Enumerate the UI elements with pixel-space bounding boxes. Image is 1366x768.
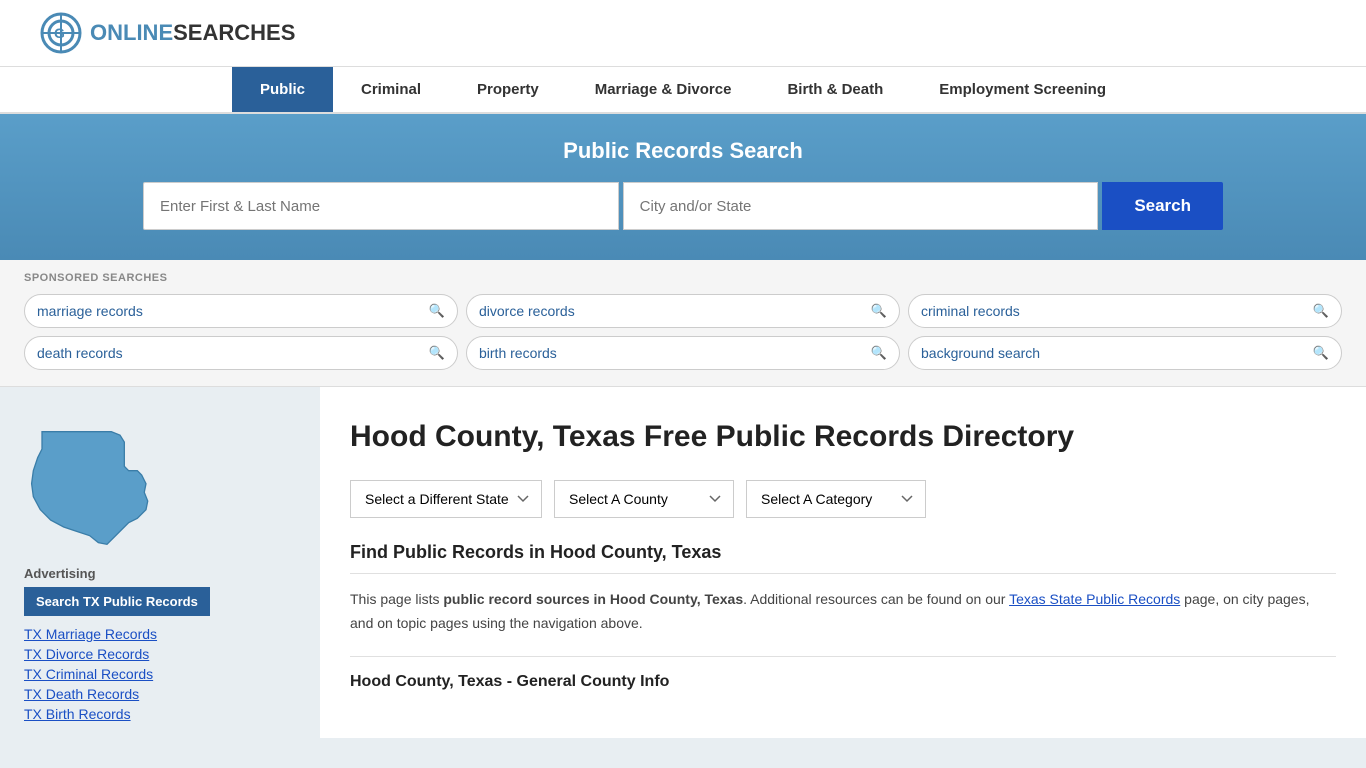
county-dropdown[interactable]: Select A County <box>554 480 734 518</box>
search-button[interactable]: Search <box>1102 182 1223 230</box>
advertising-label: Advertising <box>24 566 296 581</box>
tag-criminal[interactable]: criminal records 🔍 <box>908 294 1342 328</box>
tag-death-label: death records <box>37 345 123 361</box>
nav-item-birth-death[interactable]: Birth & Death <box>759 67 911 112</box>
search-icon-divorce: 🔍 <box>871 303 887 319</box>
tag-background[interactable]: background search 🔍 <box>908 336 1342 370</box>
tag-marriage-label: marriage records <box>37 303 143 319</box>
logo[interactable]: G ONLINESEARCHES <box>40 12 295 54</box>
sidebar-link-criminal[interactable]: TX Criminal Records <box>24 666 296 682</box>
bottom-section-title: Hood County, Texas - General County Info <box>350 656 1336 691</box>
sidebar-link-death[interactable]: TX Death Records <box>24 686 296 702</box>
search-icon-death: 🔍 <box>429 345 445 361</box>
tag-criminal-label: criminal records <box>921 303 1020 319</box>
desc-part2: . Additional resources can be found on o… <box>743 591 1009 607</box>
name-input[interactable] <box>143 182 619 230</box>
dropdowns-row: Select a Different State Select A County… <box>350 480 1336 518</box>
main-content: Hood County, Texas Free Public Records D… <box>320 387 1366 738</box>
tag-divorce[interactable]: divorce records 🔍 <box>466 294 900 328</box>
sidebar-links: TX Marriage Records TX Divorce Records T… <box>24 626 296 722</box>
search-icon-background: 🔍 <box>1313 345 1329 361</box>
nav-item-property[interactable]: Property <box>449 67 567 112</box>
logo-text-part1: ONLINE <box>90 20 173 45</box>
logo-text: ONLINESEARCHES <box>90 20 295 46</box>
tag-birth[interactable]: birth records 🔍 <box>466 336 900 370</box>
sidebar-link-divorce[interactable]: TX Divorce Records <box>24 646 296 662</box>
tag-marriage[interactable]: marriage records 🔍 <box>24 294 458 328</box>
desc-bold: public record sources in Hood County, Te… <box>443 591 743 607</box>
svg-text:G: G <box>54 25 65 41</box>
page-title-container: Hood County, Texas Free Public Records D… <box>350 407 1074 456</box>
nav-item-employment[interactable]: Employment Screening <box>911 67 1134 112</box>
nav-item-criminal[interactable]: Criminal <box>333 67 449 112</box>
sidebar-link-marriage[interactable]: TX Marriage Records <box>24 626 296 642</box>
ad-button[interactable]: Search TX Public Records <box>24 587 210 616</box>
tag-background-label: background search <box>921 345 1040 361</box>
desc-part1: This page lists <box>350 591 443 607</box>
tag-birth-label: birth records <box>479 345 557 361</box>
search-icon-birth: 🔍 <box>871 345 887 361</box>
sidebar-link-birth[interactable]: TX Birth Records <box>24 706 296 722</box>
tag-death[interactable]: death records 🔍 <box>24 336 458 370</box>
state-dropdown[interactable]: Select a Different State <box>350 480 542 518</box>
main-container: Advertising Search TX Public Records TX … <box>0 387 1366 738</box>
tag-divorce-label: divorce records <box>479 303 575 319</box>
description-text: This page lists public record sources in… <box>350 588 1336 636</box>
find-heading: Find Public Records in Hood County, Texa… <box>350 542 1336 574</box>
sponsored-section: SPONSORED SEARCHES marriage records 🔍 di… <box>0 260 1366 387</box>
nav-item-marriage-divorce[interactable]: Marriage & Divorce <box>567 67 760 112</box>
search-icon-marriage: 🔍 <box>429 303 445 319</box>
sponsored-label: SPONSORED SEARCHES <box>24 272 1342 284</box>
search-banner: Public Records Search Search <box>0 114 1366 260</box>
texas-state-link[interactable]: Texas State Public Records <box>1009 591 1180 607</box>
nav-item-public[interactable]: Public <box>232 67 333 112</box>
page-title: Hood County, Texas Free Public Records D… <box>350 417 1074 456</box>
page-header: G ONLINESEARCHES <box>0 0 1366 67</box>
sidebar: Advertising Search TX Public Records TX … <box>0 387 320 738</box>
category-dropdown[interactable]: Select A Category <box>746 480 926 518</box>
texas-map-icon <box>24 423 164 553</box>
search-icon-criminal: 🔍 <box>1313 303 1329 319</box>
main-nav: Public Criminal Property Marriage & Divo… <box>0 67 1366 114</box>
page-heading-area: Hood County, Texas Free Public Records D… <box>350 407 1336 456</box>
city-input[interactable] <box>623 182 1099 230</box>
logo-icon: G <box>40 12 82 54</box>
banner-title: Public Records Search <box>40 138 1326 164</box>
search-bar: Search <box>143 182 1223 230</box>
search-tags-grid: marriage records 🔍 divorce records 🔍 cri… <box>24 294 1342 370</box>
logo-text-part2: SEARCHES <box>173 20 295 45</box>
